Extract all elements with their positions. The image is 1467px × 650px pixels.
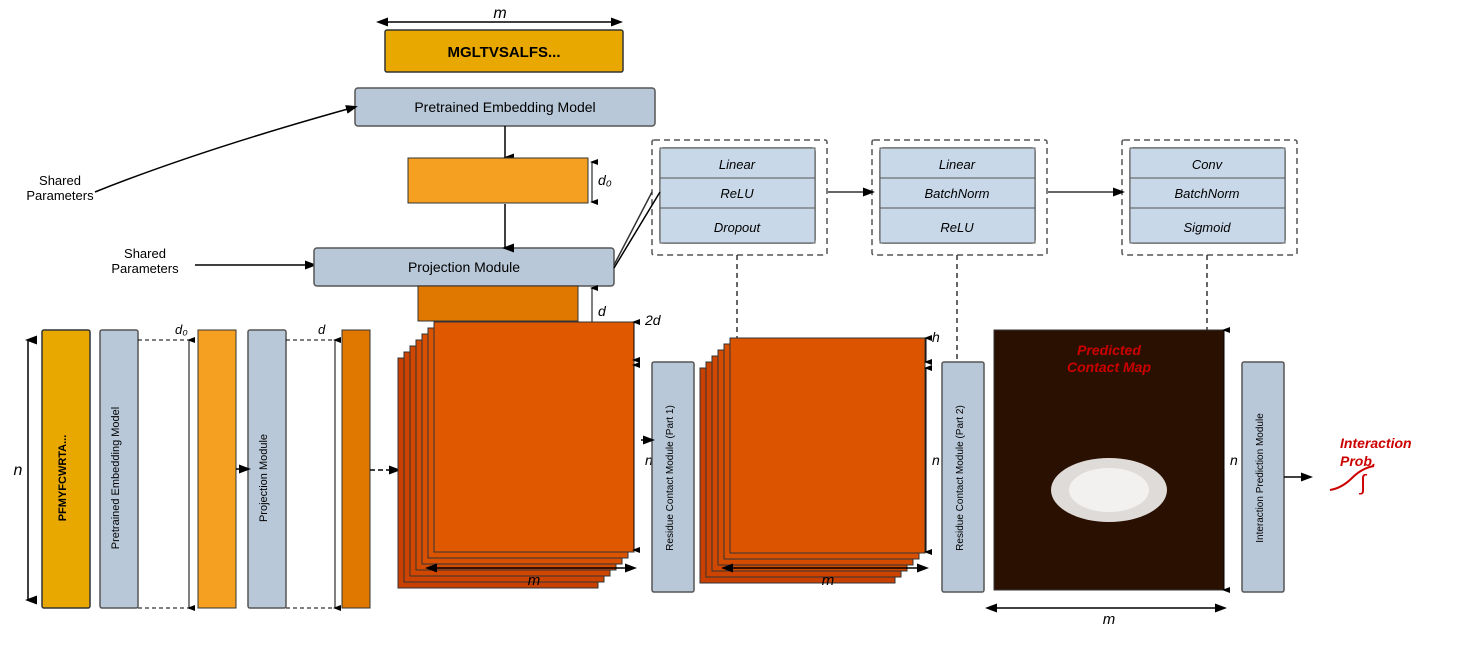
- svg-text:Linear: Linear: [939, 157, 976, 172]
- svg-text:BatchNorm: BatchNorm: [924, 186, 989, 201]
- svg-text:Shared: Shared: [39, 173, 81, 188]
- svg-text:BatchNorm: BatchNorm: [1174, 186, 1239, 201]
- svg-text:d: d: [318, 322, 326, 337]
- svg-text:Projection Module: Projection Module: [408, 259, 520, 275]
- svg-text:Contact Map: Contact Map: [1067, 359, 1151, 375]
- svg-text:∫: ∫: [1358, 470, 1368, 495]
- svg-text:Pretrained Embedding Model: Pretrained Embedding Model: [110, 407, 122, 549]
- svg-text:Parameters: Parameters: [111, 261, 179, 276]
- svg-text:n: n: [932, 452, 940, 468]
- svg-text:m: m: [493, 5, 506, 22]
- svg-text:Residue Contact Module (Part 1: Residue Contact Module (Part 1): [665, 405, 676, 551]
- svg-text:ReLU: ReLU: [940, 220, 974, 235]
- svg-text:d₀: d₀: [598, 172, 612, 188]
- svg-text:Linear: Linear: [719, 157, 756, 172]
- svg-text:n: n: [1230, 452, 1238, 468]
- svg-text:2d: 2d: [644, 312, 662, 328]
- svg-text:n: n: [14, 462, 23, 479]
- svg-text:Sigmoid: Sigmoid: [1184, 220, 1232, 235]
- svg-text:MGLTVSALFS...: MGLTVSALFS...: [447, 44, 560, 61]
- svg-text:Interaction Prediction Module: Interaction Prediction Module: [1255, 413, 1266, 543]
- svg-text:Dropout: Dropout: [714, 220, 762, 235]
- svg-text:Projection Module: Projection Module: [258, 434, 270, 522]
- svg-text:m: m: [528, 572, 541, 589]
- svg-text:d₀: d₀: [175, 322, 188, 337]
- svg-text:Interaction: Interaction: [1340, 435, 1412, 451]
- svg-text:Pretrained Embedding Model: Pretrained Embedding Model: [414, 99, 595, 115]
- architecture-diagram: m MGLTVSALFS... Pretrained Embedding Mod…: [0, 0, 1467, 650]
- svg-text:m: m: [1103, 611, 1116, 628]
- svg-text:h: h: [932, 329, 940, 345]
- svg-text:Parameters: Parameters: [26, 188, 94, 203]
- svg-text:ReLU: ReLU: [720, 186, 754, 201]
- svg-text:Conv: Conv: [1192, 157, 1224, 172]
- svg-text:m: m: [822, 572, 835, 589]
- svg-text:Residue Contact Module (Part 2: Residue Contact Module (Part 2): [955, 405, 966, 551]
- svg-text:Predicted: Predicted: [1077, 342, 1141, 358]
- svg-text:PFMYFCWRTA...: PFMYFCWRTA...: [57, 435, 69, 522]
- svg-text:Shared: Shared: [124, 246, 166, 261]
- svg-text:d: d: [598, 303, 607, 319]
